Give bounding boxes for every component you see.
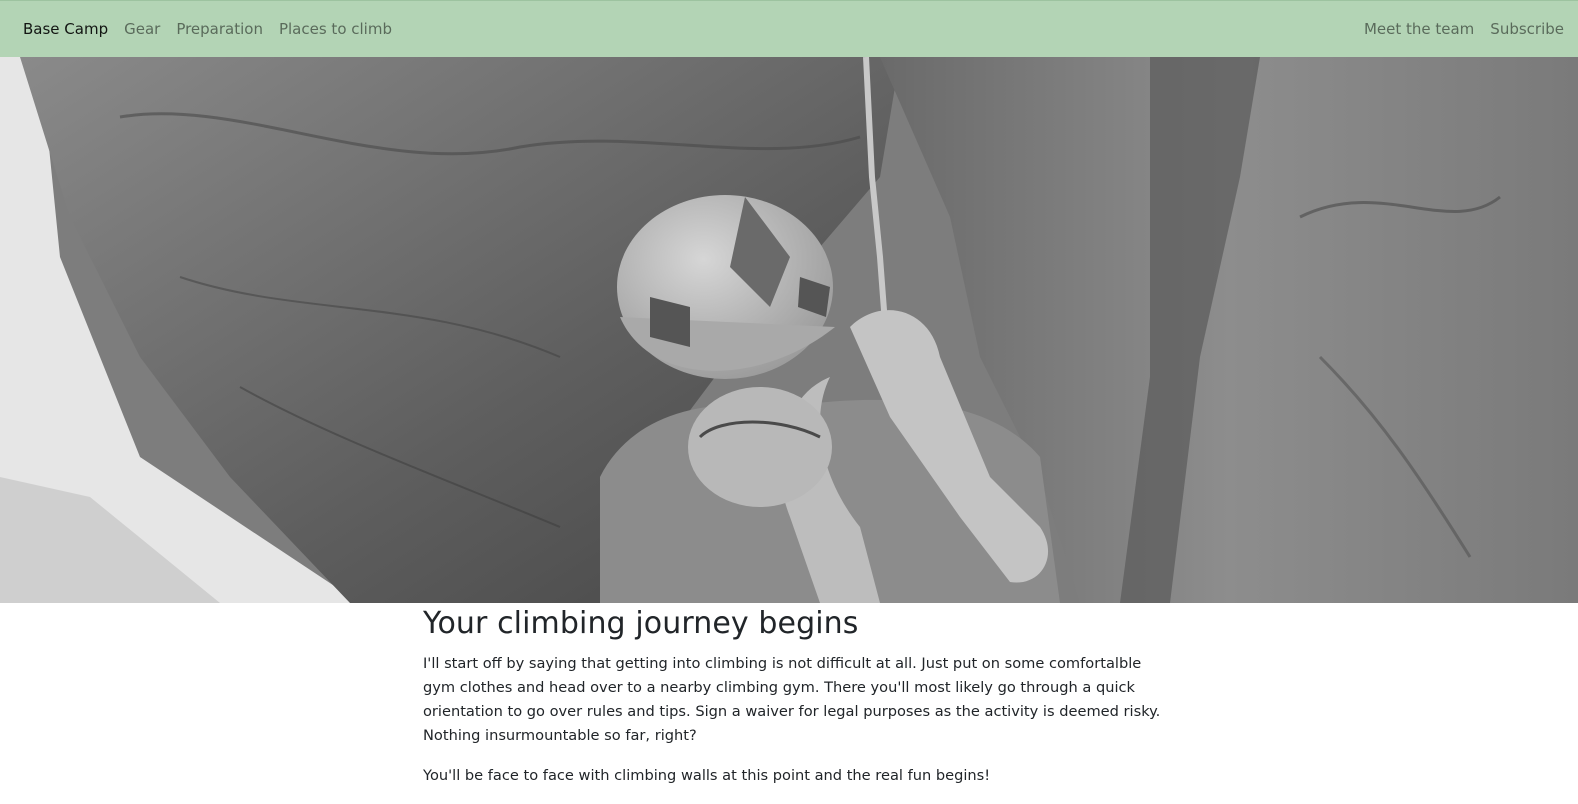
article: Your climbing journey begins I'll start …	[423, 606, 1163, 804]
intro-paragraph: I'll start off by saying that getting in…	[423, 655, 1161, 744]
page-title: Your climbing journey begins	[423, 606, 859, 641]
brand-link[interactable]: Base Camp	[23, 20, 116, 38]
nav-link-preparation[interactable]: Preparation	[168, 20, 271, 38]
second-paragraph: You'll be face to face with climbing wal…	[423, 767, 991, 784]
nav-left-group: Base Camp Gear Preparation Places to cli…	[23, 20, 400, 38]
nav-link-meet-the-team[interactable]: Meet the team	[1356, 20, 1482, 38]
nav-link-places-to-climb[interactable]: Places to climb	[271, 20, 400, 38]
hero-climber-illustration	[0, 57, 1578, 603]
hero-image	[0, 57, 1578, 603]
top-navbar: Base Camp Gear Preparation Places to cli…	[0, 0, 1578, 57]
nav-right-group: Meet the team Subscribe	[1356, 20, 1564, 38]
nav-link-subscribe[interactable]: Subscribe	[1482, 20, 1564, 38]
nav-link-gear[interactable]: Gear	[116, 20, 168, 38]
